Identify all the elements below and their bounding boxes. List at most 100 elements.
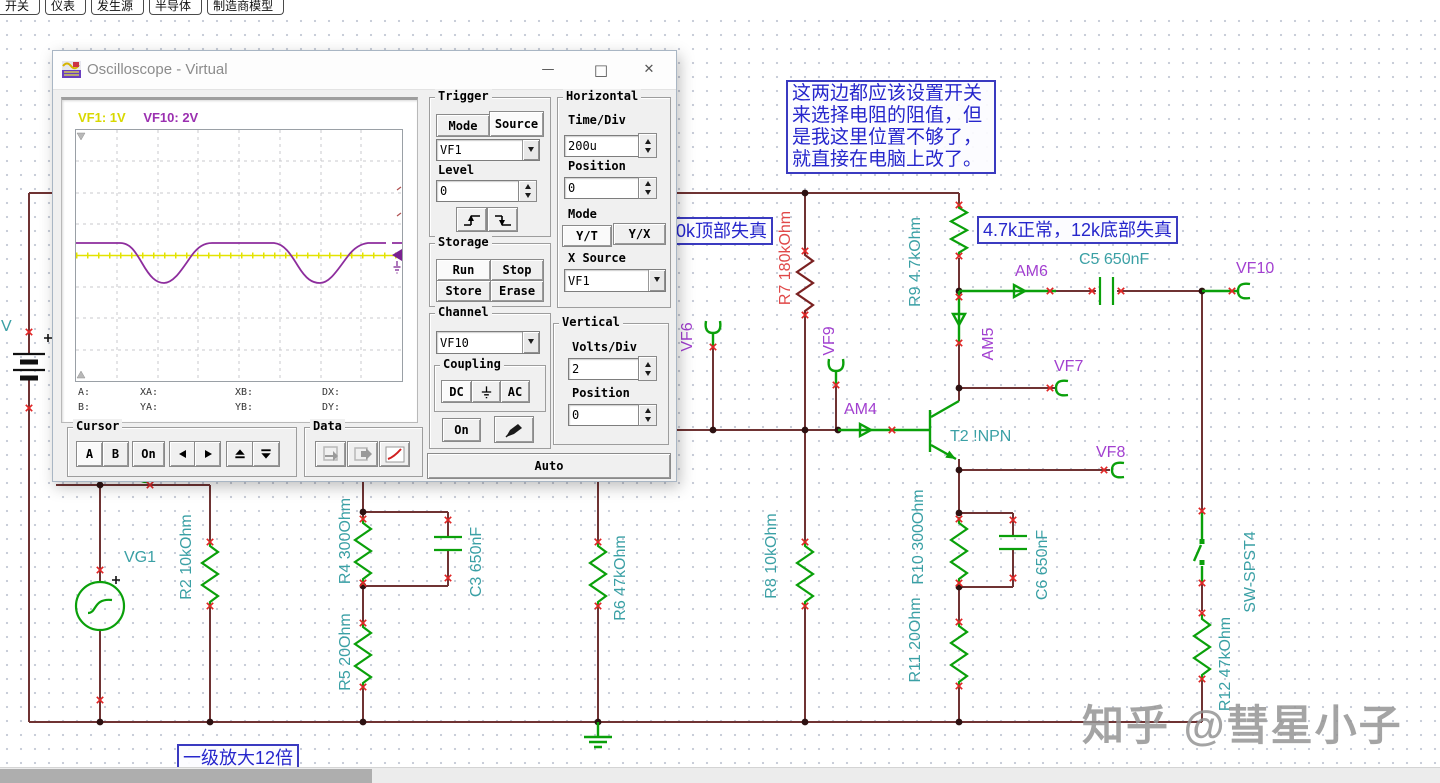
titlebar[interactable]: Oscilloscope - Virtual [53,51,676,90]
menu-tab-meters[interactable]: 仪表 [45,0,87,15]
annotation-note-right[interactable]: 4.7k正常，12k底部失真 [977,216,1179,244]
window-title: Oscilloscope - Virtual [87,61,228,78]
cursor-a-button[interactable]: A [76,441,103,467]
cursor-bottom-button[interactable] [252,441,280,467]
data-group-title: Data [310,419,345,433]
yt-mode-button[interactable]: Y/T [562,225,612,247]
scrollbar-thumb[interactable] [0,769,372,783]
menu-tab-manufacturer-models[interactable]: 制造商模型 [207,0,285,15]
data-import-icon [322,446,338,461]
cursor-left-button[interactable] [169,441,196,467]
channel-dropdown[interactable]: VF10 [436,331,540,354]
probe-vf10[interactable]: VF10 [1202,260,1274,300]
cursor-on-button[interactable]: On [132,441,165,467]
capacitor-c5[interactable]: C5 650nF [1079,251,1149,307]
data-group: Data [304,419,423,477]
c5-label: C5 650nF [1079,251,1149,268]
data-import-button[interactable] [315,441,346,467]
dropdown-arrow-icon[interactable] [648,270,665,291]
channel-on-button[interactable]: On [442,418,481,442]
sw-label: SW-SPST4 [1242,531,1259,613]
horizontal-group-title: Horizontal [563,89,642,103]
auto-button[interactable]: Auto [427,453,671,479]
time-div-spinner[interactable] [638,133,657,158]
probe-vf7[interactable]: VF7 [1054,358,1083,397]
resistor-r7[interactable]: R7 180kOhm [777,211,815,319]
data-export-button[interactable] [347,441,378,467]
x-source-dropdown[interactable]: VF1 [564,269,666,292]
cursor-b-button[interactable]: B [102,441,129,467]
vf10-label: VF10 [1236,260,1274,277]
r2-label: R2 10kOhm [178,514,195,599]
dropdown-arrow-icon[interactable] [522,140,539,160]
capacitor-c6[interactable]: C6 650nF [997,530,1051,600]
time-div-field[interactable]: 200u [564,135,641,157]
volts-div-spinner[interactable] [638,356,657,381]
maximize-button[interactable] [588,59,614,81]
horizontal-scrollbar[interactable] [0,767,1440,783]
channel1-label: VF1: 1V [78,110,126,125]
am6-label: AM6 [1015,263,1048,280]
coupling-ac-button[interactable]: AC [500,380,530,403]
ammeter-am6[interactable]: AM6 [959,263,1056,299]
readout-dy: DY: [322,402,341,413]
stop-button[interactable]: Stop [490,259,544,281]
c3-label: C3 650nF [468,527,485,597]
close-button[interactable] [636,59,662,81]
data-graph-button[interactable] [379,441,410,467]
left-arrow-icon [178,450,186,458]
vf7-label: VF7 [1054,358,1083,375]
store-button[interactable]: Store [436,280,491,302]
cursor-right-button[interactable] [194,441,221,467]
vf6-label: VF6 [679,322,696,351]
scope-plot[interactable] [75,129,403,382]
probe-vf8[interactable]: VF8 [1096,444,1125,479]
minimize-button[interactable] [535,59,561,81]
annotation-note-left[interactable]: 0k顶部失真 [670,217,774,245]
v-position-spinner[interactable] [638,404,657,426]
horizontal-group: Horizontal Time/Div 200u Position 0 Mode… [557,89,671,308]
erase-button[interactable]: Erase [490,280,544,302]
trigger-mode-button[interactable]: Mode [436,114,490,137]
probe-vf9[interactable]: VF9 [821,326,845,386]
oscilloscope-window[interactable]: Oscilloscope - Virtual VF1: 1V VF10: 2V [52,50,677,482]
menu-tab-sources[interactable]: 发生源 [91,0,145,15]
trigger-falling-edge-button[interactable] [487,207,518,232]
trigger-level-field[interactable]: 0 [436,180,521,202]
readout-dx: DX: [322,387,341,398]
readout-yb: YB: [235,402,254,413]
coupling-dc-button[interactable]: DC [441,380,472,403]
v-position-label: Position [572,386,630,400]
volts-div-field[interactable]: 2 [568,358,641,380]
trigger-level-spinner[interactable] [518,180,537,202]
oscilloscope-icon [62,61,81,78]
h-position-field[interactable]: 0 [564,177,641,199]
am4-label: AM4 [844,401,877,418]
watermark: 知乎 @彗星小子 [1082,702,1403,749]
channel-labels: VF1: 1V VF10: 2V [78,110,198,125]
vertical-group-title: Vertical [559,315,623,329]
coupling-ground-button[interactable] [471,380,501,403]
trigger-source-button[interactable]: Source [489,111,544,137]
annotation-note-top[interactable]: 这两边都应该设置开关 来选择电阻的阻值，但 是我这里位置不够了， 就直接在电脑上… [786,80,996,174]
h-position-spinner[interactable] [638,177,657,199]
probe-settings-button[interactable] [494,416,534,443]
v-position-field[interactable]: 0 [568,404,641,426]
r9-label: R9 4.7kOhm [907,217,924,307]
generator-vg1[interactable]: VG1 [74,549,156,632]
menu-tab-semiconductors[interactable]: 半导体 [149,0,203,15]
menu-tab-switches[interactable]: 开关 [0,0,41,15]
vg1-label: VG1 [124,549,156,566]
switch-sw-spst4[interactable]: SW-SPST4 [1192,513,1259,613]
trigger-rising-edge-button[interactable] [456,207,487,232]
resistor-r2[interactable]: R2 10kOhm [178,514,220,610]
r11-label: R11 20Ohm [907,597,924,682]
yx-mode-button[interactable]: Y/X [613,223,666,245]
time-div-label: Time/Div [568,113,626,127]
dropdown-arrow-icon[interactable] [522,332,539,353]
trigger-source-dropdown[interactable]: VF1 [436,139,540,161]
channel-group: Channel VF10 Coupling DC AC On [429,305,551,449]
battery[interactable]: V [1,318,52,381]
run-button[interactable]: Run [436,259,491,281]
cursor-top-button[interactable] [226,441,254,467]
